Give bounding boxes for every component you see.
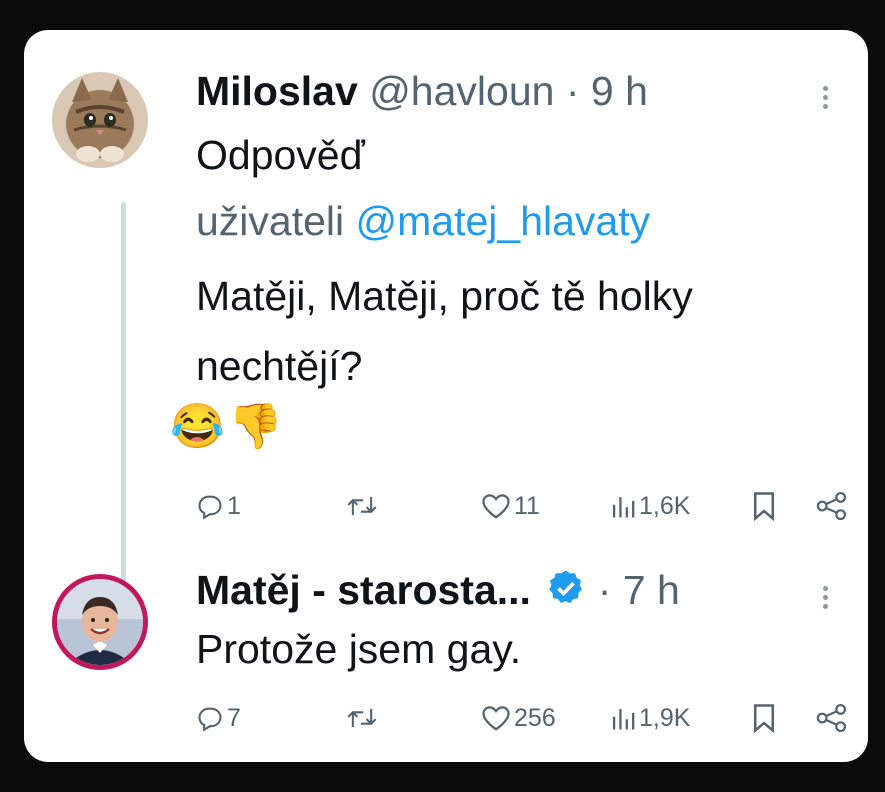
tweet-thread-card: Miloslav @havloun · 9 h Odpověď uživatel… (24, 30, 868, 762)
tweet2-text: Protože jsem gay. (196, 626, 522, 672)
share-icon (816, 491, 847, 521)
tweet1-text-line1: Matěji, Matěji, proč tě holky (196, 273, 693, 319)
tweet1-author-name[interactable]: Miloslav (196, 68, 358, 114)
tweet2-header: Matěj - starosta... · 7 h (196, 567, 680, 618)
tweet1-action-bar: 1 11 1,6K (196, 486, 856, 526)
tweet1-time[interactable]: 9 h (591, 68, 648, 114)
views-count: 1,6K (639, 491, 691, 520)
tweet1-dot: · (565, 68, 580, 114)
views-button[interactable]: 1,9K (610, 698, 690, 738)
more-icon[interactable] (823, 582, 828, 613)
like-button[interactable]: 256 (481, 698, 556, 738)
bookmark-icon (754, 704, 774, 733)
tweet1-reply-to: uživateli @matej_hlavaty (196, 198, 650, 245)
like-count: 11 (514, 491, 540, 520)
laughing-emoji: 😂 (170, 402, 225, 451)
share-button[interactable] (816, 486, 848, 526)
share-icon (816, 703, 847, 733)
tweet2-action-bar: 7 256 1,9K (196, 698, 856, 738)
tweet1-header: Miloslav @havloun · 9 h (196, 68, 648, 115)
man-avatar-image (57, 579, 143, 665)
share-button[interactable] (816, 698, 848, 738)
retweet-icon (347, 708, 377, 728)
bookmark-button[interactable] (751, 698, 777, 738)
heart-icon (482, 706, 510, 731)
more-icon[interactable] (823, 82, 828, 113)
tweet1-reply-to-word: uživateli (196, 198, 345, 244)
like-count: 256 (514, 703, 556, 732)
reply-button[interactable]: 7 (196, 698, 241, 738)
reply-count: 7 (227, 703, 241, 732)
reply-count: 1 (227, 491, 241, 520)
tweet2-dot: · (597, 567, 612, 613)
views-icon (612, 709, 635, 730)
heart-icon (482, 494, 510, 519)
views-icon (612, 497, 635, 518)
bookmark-button[interactable] (751, 486, 777, 526)
retweet-icon (347, 496, 377, 516)
tweet1-reply-to-handle[interactable]: @matej_hlavaty (356, 198, 651, 244)
verified-badge-icon (546, 568, 586, 618)
retweet-button[interactable] (346, 698, 378, 738)
avatar-cat[interactable] (52, 72, 148, 168)
bookmark-icon (754, 492, 774, 521)
tweet1-handle[interactable]: @havloun (369, 68, 554, 114)
views-button[interactable]: 1,6K (610, 486, 690, 526)
tweet2-author-name[interactable]: Matěj - starosta... (196, 567, 531, 613)
retweet-button[interactable] (346, 486, 378, 526)
reply-icon (198, 495, 222, 520)
tweet1-reply-prefix: Odpověď (196, 132, 365, 178)
thread-connector-line (121, 202, 126, 592)
reply-icon (198, 707, 222, 732)
thumbs-down-emoji: 👎 (228, 402, 283, 451)
like-button[interactable]: 11 (481, 486, 540, 526)
tweet2-time[interactable]: 7 h (623, 567, 680, 613)
views-count: 1,9K (639, 703, 691, 732)
reply-button[interactable]: 1 (196, 486, 241, 526)
avatar-matej[interactable] (52, 574, 148, 670)
tweet1-text-line2: nechtějí? (196, 343, 363, 389)
cat-avatar-image (52, 72, 148, 168)
